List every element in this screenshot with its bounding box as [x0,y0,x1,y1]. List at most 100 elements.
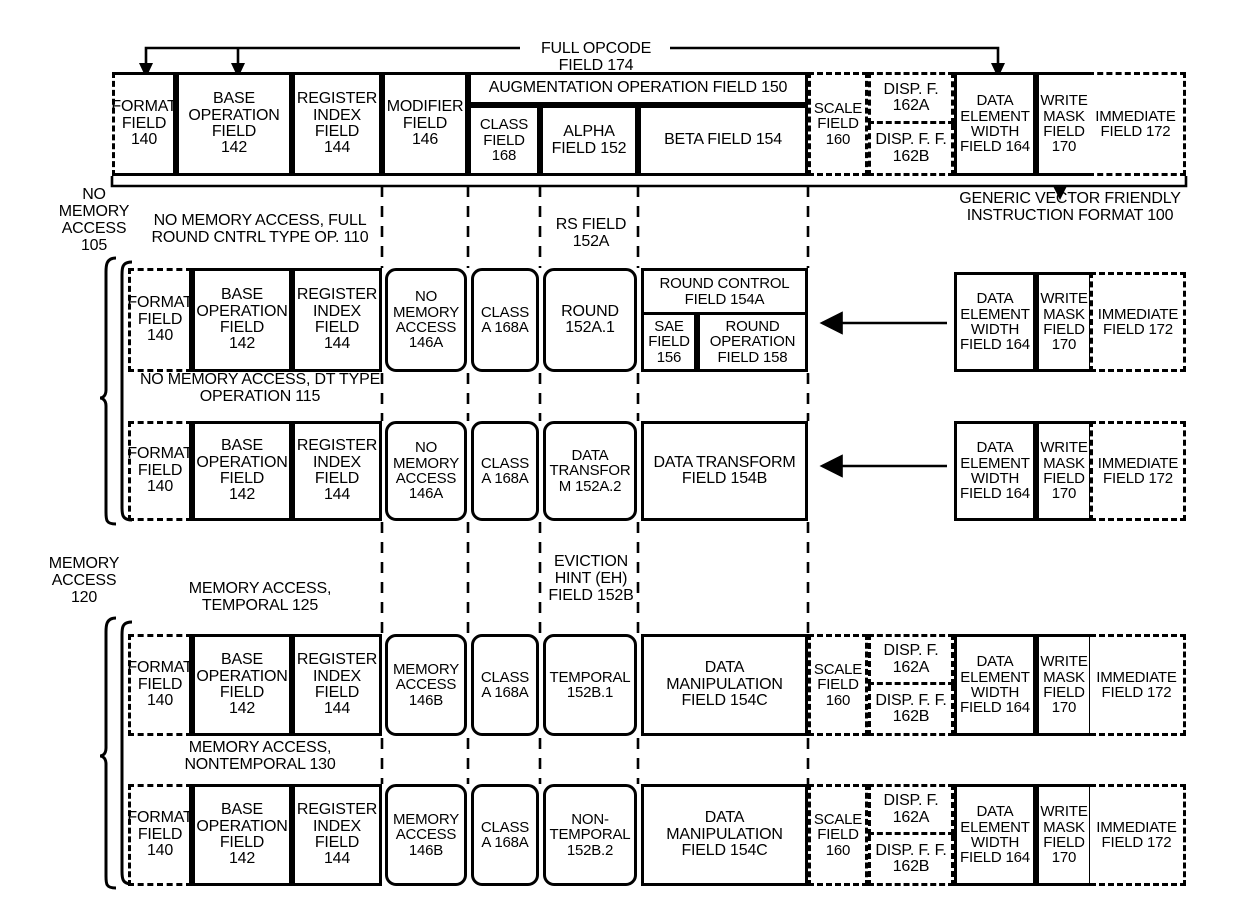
nontemporal-scale-field: SCALE FIELD 160 [808,784,868,886]
temporal-dew-l4: FIELD 164 [960,699,1030,717]
memory-access-label-l2: ACCESS [51,572,117,589]
temporal-base-operation-field: BASE OPERATION FIELD 142 [192,634,292,736]
temporal-reg-idx-l2: INDEX [313,667,361,685]
round-dew-l2: ELEMENT [960,305,1030,323]
dt-imm-l2: FIELD 172 [1103,470,1173,487]
round-wm-l3: FIELD [1043,321,1085,338]
header-beta-field: BETA FIELD 154 [638,105,808,176]
dt-register-index-field: REGISTER INDEX FIELD 144 [292,421,382,521]
round-rs-value-field: ROUND 152A.1 [543,268,637,372]
dt-base-op-l1: BASE [221,437,263,455]
dt-reg-idx-l4: 144 [323,486,351,504]
nontemporal-immediate-field: IMMEDIATE FIELD 172 [1090,784,1186,886]
nontemporal-wm-l4: 170 [1051,849,1077,867]
dt-immediate-field: IMMEDIATE FIELD 172 [1090,421,1186,521]
temporal-disp-ff-l1: DISP. F. F. [875,691,947,709]
header-imm-l2: FIELD 172 [1100,123,1171,140]
memory-access-label-l3: 120 [70,589,98,606]
round-nma-l4: 146A [408,334,444,352]
nontemporal-base-op-l3: FIELD [219,834,265,851]
header-reg-idx-l3: FIELD [314,123,360,140]
temporal-disp-f-l1: DISP. F. [883,642,939,660]
row-nontemporal-caption-l2: NONTEMPORAL 130 [184,756,336,773]
nontemporal-imm-l1: IMMEDIATE [1096,818,1177,836]
nontemporal-value-l2: TEMPORAL [549,826,631,844]
dt-data-element-width-field: DATA ELEMENT WIDTH FIELD 164 [954,421,1036,521]
header-format-field-l2: FIELD [121,114,167,132]
dt-base-operation-field: BASE OPERATION FIELD 142 [192,421,292,521]
header-beta-label: BETA FIELD 154 [664,131,782,149]
dt-format-l3: 140 [146,478,174,496]
dt-data-transform-value-field: DATA TRANSFOR M 152A.2 [543,421,637,521]
nontemporal-data-element-width-field: DATA ELEMENT WIDTH FIELD 164 [954,784,1036,886]
nontemporal-dew-l1: DATA [976,803,1014,821]
round-dew-l1: DATA [976,290,1014,308]
round-wm-l1: WRITE [1040,290,1088,308]
dt-class-l2: A 168A [481,470,529,487]
header-register-index-field: REGISTER INDEX FIELD 144 [292,72,382,176]
dt-nma-l3: ACCESS [395,470,457,487]
round-immediate-field: IMMEDIATE FIELD 172 [1090,272,1186,372]
round-sae-field: SAE FIELD 156 [641,312,697,372]
dt-dew-l1: DATA [976,439,1014,457]
header-scale-l2: FIELD [817,115,859,133]
round-format-l3: 140 [146,327,174,345]
header-disp-f-l2: 162A [892,97,930,114]
round-base-operation-field: BASE OPERATION FIELD 142 [192,268,292,372]
dt-format-field: FORMAT FIELD 140 [127,421,193,521]
round-imm-l1: IMMEDIATE [1097,305,1179,323]
header-modifier-field: MODIFIER FIELD 146 [382,72,468,176]
header-base-op-l2: OPERATION [188,106,280,124]
no-memory-access-label-l2: MEMORY [58,203,130,220]
nontemporal-wm-l3: FIELD [1043,834,1085,851]
nontemporal-dew-l2: ELEMENT [960,818,1030,836]
round-nma-l3: ACCESS [395,319,457,336]
generic-format-label-l2: INSTRUCTION FORMAT 100 [966,207,1174,224]
generic-format-label-l1: GENERIC VECTOR FRIENDLY [959,190,1181,207]
header-dew-l1: DATA [976,92,1014,110]
dt-format-l1: FORMAT [127,445,193,463]
dt-class-a-field: CLASS A 168A [471,421,539,521]
nontemporal-base-op-l1: BASE [221,801,263,819]
temporal-format-l1: FORMAT [127,659,193,677]
round-sae-l1: SAE [654,317,684,335]
nontemporal-eh-value-field: NON- TEMPORAL 152B.2 [543,784,637,886]
nontemporal-scale-l2: FIELD [817,826,859,844]
nontemporal-disp-ff-l2: 162B [892,858,930,875]
round-control-field: ROUND CONTROL FIELD 154A [641,268,808,312]
header-alpha-l2: FIELD 152 [551,139,627,157]
round-base-op-l3: FIELD [219,319,265,336]
temporal-base-op-l1: BASE [221,651,263,669]
temporal-reg-idx-l1: REGISTER [296,651,378,669]
header-base-op-l4: 142 [220,139,248,157]
header-modifier-l1: MODIFIER [386,98,464,116]
temporal-format-field: FORMAT FIELD 140 [127,634,193,736]
header-class-l1: CLASS [479,116,529,134]
round-op-l2: OPERATION [709,333,796,351]
nontemporal-imm-l2: FIELD 172 [1101,834,1172,851]
header-reg-idx-l4: 144 [323,139,351,157]
temporal-imm-l1: IMMEDIATE [1096,668,1177,686]
header-class-l2: FIELD [483,131,525,149]
nontemporal-base-op-l2: OPERATION [196,817,288,835]
temporal-class-a-field: CLASS A 168A [471,634,539,736]
temporal-format-l2: FIELD [137,675,183,693]
dt-value-l3: M 152A.2 [558,477,622,495]
round-reg-idx-l4: 144 [323,335,351,353]
dt-dew-l4: FIELD 164 [960,485,1030,503]
round-base-op-l4: 142 [228,335,256,353]
header-immediate-field: IMMEDIATE FIELD 172 [1088,72,1186,176]
row-nontemporal-caption-l1: MEMORY ACCESS, [188,739,332,756]
round-control-l2: FIELD 154A [684,290,765,308]
nontemporal-class-l1: CLASS [480,818,530,836]
nontemporal-value-l3: 152B.2 [566,841,614,859]
nontemporal-reg-idx-l2: INDEX [313,817,361,835]
nontemporal-scale-l1: SCALE [813,810,863,828]
header-base-operation-field: BASE OPERATION FIELD 142 [176,72,292,176]
nontemporal-format-l1: FORMAT [127,809,193,827]
round-reg-idx-l1: REGISTER [296,286,378,304]
header-disp-ff-l2: 162B [892,147,930,165]
dt-nma-l1: NO [414,439,438,457]
nontemporal-disp-ff-field: DISP. F. F. 162B [868,835,954,886]
round-write-mask-field: WRITE MASK FIELD 170 [1036,272,1092,372]
